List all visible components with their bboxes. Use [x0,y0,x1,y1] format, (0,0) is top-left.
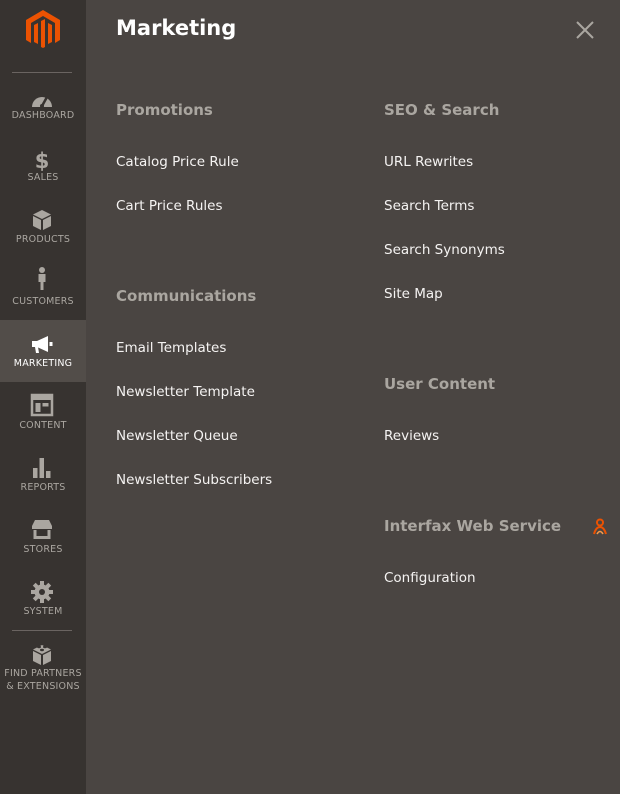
dollar-icon: $ [30,148,54,172]
link-url-rewrites[interactable]: URL Rewrites [384,154,473,170]
interfax-icon [591,518,609,536]
link-reviews[interactable]: Reviews [384,428,439,444]
sidebar-item-stores[interactable]: STORES [0,518,86,580]
store-icon [30,518,54,542]
link-configuration[interactable]: Configuration [384,570,476,586]
sidebar-item-find-partners[interactable]: FIND PARTNERS & EXTENSIONS [0,642,86,694]
sidebar-item-dashboard[interactable]: DASHBOARD [0,84,86,146]
link-newsletter-queue[interactable]: Newsletter Queue [116,428,238,444]
admin-sidebar: DASHBOARD $ SALES PRODUCTS CUSTOMERS MAR… [0,0,86,794]
sidebar-item-label: FIND PARTNERS [4,668,82,679]
sidebar-item-label: DASHBOARD [11,110,75,121]
link-cart-price-rules[interactable]: Cart Price Rules [116,198,222,214]
sidebar-item-label: SALES [27,172,59,183]
person-icon [30,266,54,290]
link-email-templates[interactable]: Email Templates [116,340,226,356]
sidebar-item-system[interactable]: SYSTEM [0,580,86,642]
link-search-terms[interactable]: Search Terms [384,198,474,214]
link-newsletter-subscribers[interactable]: Newsletter Subscribers [116,472,272,488]
svg-text:$: $ [35,149,50,172]
sidebar-item-marketing[interactable]: MARKETING [0,320,86,382]
magento-logo[interactable] [24,9,62,51]
close-icon[interactable] [574,19,596,41]
sidebar-item-label: MARKETING [13,358,73,369]
link-catalog-price-rule[interactable]: Catalog Price Rule [116,154,239,170]
content-icon [30,393,54,417]
section-title-communications: Communications [116,287,257,305]
section-title-seo-search: SEO & Search [384,101,500,119]
bar-chart-icon [30,456,54,480]
sidebar-item-label: & EXTENSIONS [6,681,80,692]
sidebar-item-label: PRODUCTS [15,234,71,245]
section-title-user-content: User Content [384,375,496,393]
sidebar-item-content[interactable]: CONTENT [0,393,86,456]
sidebar-item-label: CONTENT [19,420,67,431]
section-title-promotions: Promotions [116,101,213,119]
box-icon [30,208,54,232]
sidebar-divider [12,72,72,73]
sidebar-item-products[interactable]: PRODUCTS [0,208,86,270]
sidebar-item-label: STORES [23,544,63,555]
sidebar-item-label: REPORTS [20,482,66,493]
link-site-map[interactable]: Site Map [384,286,443,302]
megaphone-icon [30,333,54,357]
gear-icon [30,580,54,604]
link-search-synonyms[interactable]: Search Synonyms [384,242,505,258]
sidebar-item-label: SYSTEM [23,606,63,617]
lego-icon [30,642,54,666]
sidebar-divider [12,630,72,631]
section-title-interfax: Interfax Web Service [384,517,562,535]
sidebar-item-label: CUSTOMERS [12,296,74,307]
sidebar-item-sales[interactable]: $ SALES [0,146,86,208]
sidebar-item-reports[interactable]: REPORTS [0,456,86,518]
panel-title: Marketing [116,16,237,40]
link-newsletter-template[interactable]: Newsletter Template [116,384,255,400]
